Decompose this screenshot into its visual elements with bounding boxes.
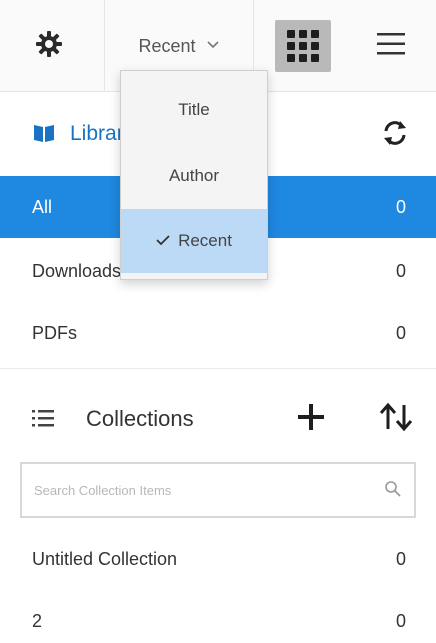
checkmark-icon (156, 231, 170, 251)
sort-option-label: Title (178, 100, 210, 119)
chevron-down-icon (206, 37, 220, 55)
grid-view-icon (275, 20, 331, 72)
collection-item-label: Untitled Collection (32, 548, 178, 569)
collection-item-count: 0 (395, 548, 406, 569)
section-divider (0, 368, 436, 369)
library-item-count: 0 (395, 322, 406, 343)
collection-search-box (20, 462, 416, 518)
library-item-label: All (32, 196, 53, 217)
sort-option-recent[interactable]: Recent (121, 209, 267, 273)
menu-button[interactable] (360, 0, 422, 92)
gear-icon (35, 30, 63, 63)
library-item-count: 0 (395, 196, 406, 217)
library-item-label: PDFs (32, 322, 77, 343)
sort-option-label: Recent (178, 231, 232, 250)
plus-icon[interactable] (296, 402, 326, 437)
library-item-count: 0 (395, 260, 406, 281)
hamburger-menu-icon (376, 31, 406, 62)
sort-menu: Title Author Recent (120, 70, 268, 280)
search-icon[interactable] (384, 480, 402, 503)
settings-button[interactable] (18, 0, 80, 92)
library-item-label: Downloads (32, 260, 122, 281)
collections-title: Collections (86, 406, 194, 431)
collection-item-count: 0 (395, 610, 406, 631)
grid-view-button[interactable] (272, 0, 334, 92)
collection-item-label: 2 (32, 610, 43, 631)
collection-search-input[interactable] (34, 464, 374, 516)
sort-option-label: Author (168, 166, 220, 185)
list-icon (32, 408, 54, 433)
book-icon (32, 122, 56, 149)
library-item-pdfs[interactable]: PDFs 0 (0, 302, 436, 364)
sort-option-author[interactable]: Author (121, 145, 267, 207)
sync-icon[interactable] (380, 118, 410, 153)
collections-header: Collections (0, 388, 436, 448)
collection-item[interactable]: 2 0 (0, 590, 436, 643)
sort-dropdown-value: Recent (138, 35, 196, 56)
sort-arrows-icon[interactable] (378, 402, 414, 437)
collection-item[interactable]: Untitled Collection 0 (0, 528, 436, 590)
sort-option-title[interactable]: Title (121, 79, 267, 141)
